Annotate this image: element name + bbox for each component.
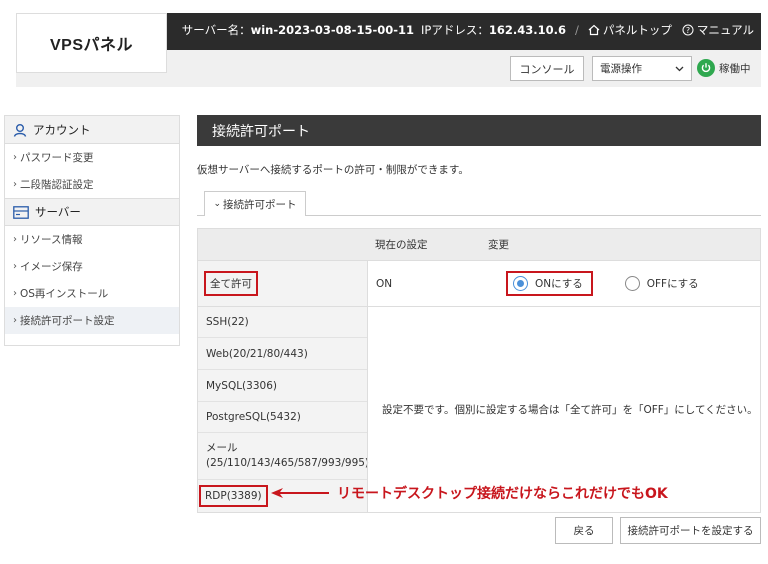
header-current: 現在の設定 [375,239,428,251]
svg-text:?: ? [686,26,690,35]
sidebar-item-label: 接続許可ポート設定 [20,315,115,327]
port-rows: SSH(22) Web(20/21/80/443) MySQL(3306) Po… [198,306,760,512]
port-mail-label: メール [206,442,238,454]
chevron-right-icon: › [13,234,17,245]
logo-text: VPSパネル [49,37,134,54]
chevron-right-icon: › [13,315,17,326]
port-ssh: SSH(22) [198,307,367,338]
console-button[interactable]: コンソール [510,56,584,81]
port-mail: メール (25/110/143/465/587/993/995) [198,433,370,480]
sidebar-heading-account[interactable]: アカウント [5,116,179,144]
radio-off-label: OFFにする [646,278,699,290]
header-change: 変更 [488,239,509,251]
submit-button[interactable]: 接続許可ポートを設定する [620,517,761,544]
port-postgresql: PostgreSQL(5432) [198,402,367,433]
annotation-text: リモートデスクトップ接続だけならこれだけでもOK [337,486,668,502]
panel-top-label: パネルトップ [602,23,672,37]
current-value: ON [367,261,480,306]
server-name: win-2023-03-08-15-00-11 [250,23,415,37]
status-text: 稼働中 [719,62,751,75]
chevron-down-icon: ⌄ [213,199,222,209]
tab-label: 接続許可ポート [223,198,297,211]
radio-off-icon [624,276,640,291]
sidebar-item-label: OS再インストール [20,288,109,300]
manual-label: マニュアル [696,23,754,37]
radio-on-icon [513,276,528,291]
sidebar-item-image[interactable]: › イメージ保存 [5,253,179,280]
arrow-left-icon [271,487,331,499]
radio-on-label: ONにする [535,278,583,290]
table-header: 現在の設定 変更 [198,229,760,260]
port-rdp: RDP(3389) [199,485,268,507]
allow-all-label: 全て許可 [204,271,258,296]
table-row-all: 全て許可 ON ONにする OFFにする [198,260,760,306]
chevron-right-icon: › [13,152,17,163]
tab-ports[interactable]: ⌄ 接続許可ポート [204,191,306,216]
radio-off[interactable]: OFFにする [624,276,699,291]
logo[interactable]: VPSパネル [16,13,167,73]
radio-on[interactable]: ONにする [506,271,593,296]
sidebar-item-label: パスワード変更 [20,152,94,164]
sidebar-item-ports[interactable]: › 接続許可ポート設定 [5,307,179,334]
power-select[interactable]: 電源操作 [592,56,692,81]
port-mysql: MySQL(3306) [198,370,367,402]
annotation: リモートデスクトップ接続だけならこれだけでもOK [271,483,668,503]
chevron-right-icon: › [13,179,17,190]
chevron-right-icon: › [13,288,17,299]
panel-top-link[interactable]: パネルトップ [588,22,672,38]
page-description: 仮想サーバーへ接続するポートの許可・制限ができます。 [197,164,469,176]
sidebar-item-password[interactable]: › パスワード変更 [5,144,179,171]
page-title: 接続許可ポート [197,115,761,146]
port-note: 設定不要です。個別に設定する場合は「全て許可」を「OFF」にしてください。 [367,307,760,512]
sidebar-item-label: リソース情報 [20,234,83,246]
sidebar-item-resource[interactable]: › リソース情報 [5,226,179,253]
chevron-down-icon [675,66,684,72]
chevron-right-icon: › [13,261,17,272]
server-info: サーバー名： win-2023-03-08-15-00-11 IPアドレス： 1… [182,22,754,38]
help-icon: ? [682,24,694,36]
server-icon [13,205,29,219]
port-web: Web(20/21/80/443) [198,338,367,370]
port-mail-numbers: (25/110/143/465/587/993/995) [206,457,370,469]
power-select-value: 電源操作 [600,63,642,75]
back-button[interactable]: 戻る [555,517,613,544]
manual-link[interactable]: ? マニュアル [682,22,754,38]
sidebar-item-label: イメージ保存 [20,261,83,273]
sidebar-item-reinstall[interactable]: › OS再インストール [5,280,179,307]
ip-label: IPアドレス： [421,23,489,37]
sidebar-heading-label: アカウント [33,122,91,137]
sidebar-heading-label: サーバー [35,205,81,219]
sidebar-heading-server[interactable]: サーバー [5,198,179,226]
separator: / [574,23,579,37]
status-indicator: 稼働中 [697,59,751,77]
home-icon [588,24,600,36]
sidebar-item-2fa[interactable]: › 二段階認証設定 [5,171,179,198]
port-table: 現在の設定 変更 全て許可 ON ONにする OFFにする SSH(22) We… [197,228,761,513]
ip-address: 162.43.10.6 [488,23,566,37]
sidebar: アカウント › パスワード変更 › 二段階認証設定 サーバー › リソース情報 › イメ… [4,115,180,346]
server-name-label: サーバー名： [181,23,251,37]
power-icon [697,59,715,77]
sidebar-item-label: 二段階認証設定 [20,179,94,191]
user-icon [13,123,27,137]
